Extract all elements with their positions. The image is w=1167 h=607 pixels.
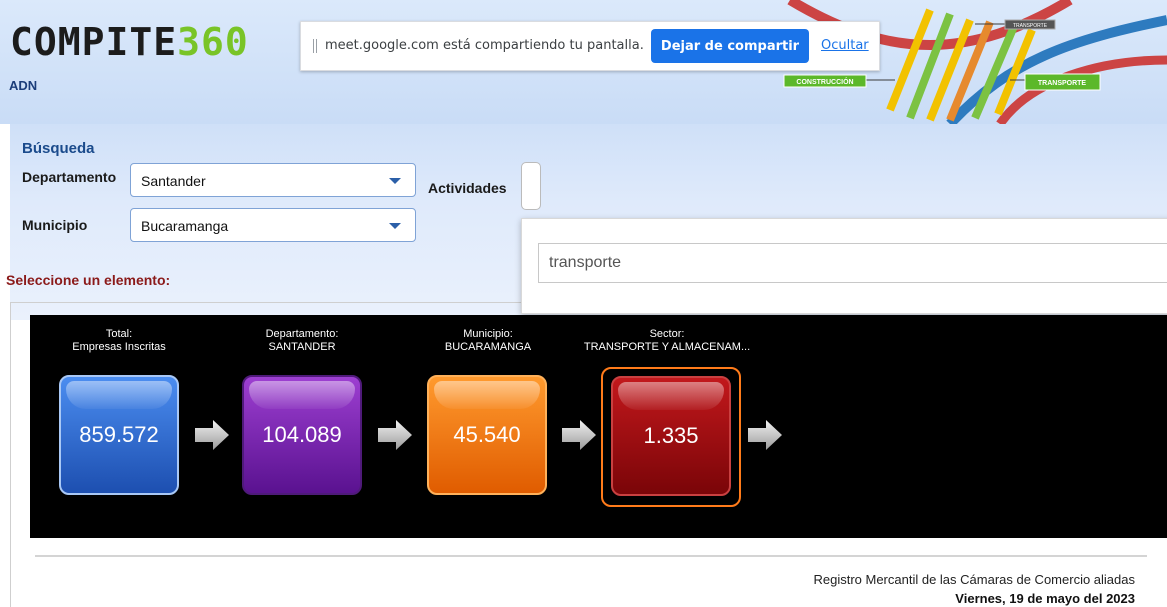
drag-handle-icon[interactable] [313, 39, 319, 53]
municipio-select[interactable]: Bucaramanga [130, 208, 416, 242]
chevron-down-icon [389, 178, 401, 184]
screen-share-notification: meet.google.com está compartiendo tu pan… [300, 21, 880, 71]
funnel-caption: Total: Empresas Inscritas [29, 328, 209, 354]
share-message: meet.google.com está compartiendo tu pan… [325, 38, 644, 53]
footer-divider [35, 555, 1147, 557]
actividades-dropdown [521, 218, 1167, 314]
app-header: COMPITE360 ADN CONSTRUCCIÓN TRANSPORTE T… [0, 0, 1167, 124]
chevron-down-icon [389, 223, 401, 229]
arrow-right-icon [195, 420, 229, 450]
caption-top: Departamento: [265, 328, 339, 340]
departamento-value: Santander [141, 173, 206, 189]
funnel-tile-municipio[interactable]: 45.540 [427, 375, 547, 495]
actividades-label: Actividades [428, 180, 507, 196]
dna-label-transporte-top: TRANSPORTE [1013, 23, 1048, 29]
caption-bottom: BUCARAMANGA [444, 341, 532, 353]
caption-top: Municipio: [463, 328, 513, 340]
funnel-tile-departamento[interactable]: 104.089 [242, 375, 362, 495]
funnel-tile-total[interactable]: 859.572 [59, 375, 179, 495]
logo-text-compite: COMPITE [10, 20, 178, 64]
arrow-right-icon [378, 420, 412, 450]
tile-value: 104.089 [262, 422, 342, 447]
municipio-value: Bucaramanga [141, 218, 229, 234]
stop-sharing-button[interactable]: Dejar de compartir [651, 29, 809, 63]
departamento-label: Departamento [22, 169, 117, 185]
caption-bottom: TRANSPORTE Y ALMACENAM... [583, 341, 751, 353]
caption-top: Total: [105, 328, 133, 340]
footer-date: Viernes, 19 de mayo del 2023 [955, 591, 1135, 606]
funnel-tile-sector[interactable]: 1.335 [611, 376, 731, 496]
footer-source: Registro Mercantil de las Cámaras de Com… [813, 572, 1135, 587]
funnel-caption: Departamento: SANTANDER [212, 328, 392, 354]
caption-bottom: SANTANDER [268, 341, 336, 353]
departamento-select[interactable]: Santander [130, 163, 416, 197]
compite360-logo[interactable]: COMPITE360 [10, 22, 249, 62]
tile-value: 1.335 [643, 423, 699, 448]
caption-bottom: Empresas Inscritas [72, 341, 166, 353]
municipio-label: Municipio [22, 217, 88, 233]
dna-label-transporte: TRANSPORTE [1038, 80, 1087, 87]
arrow-right-icon [748, 420, 782, 450]
actividades-select[interactable] [521, 162, 541, 210]
select-element-prompt: Seleccione un elemento: [6, 272, 171, 288]
arrow-right-icon [562, 420, 596, 450]
funnel-strip: Total: Empresas Inscritas 859.572 Depart… [30, 315, 1167, 538]
actividades-search-input[interactable] [538, 243, 1167, 283]
search-title: Búsqueda [22, 140, 95, 157]
funnel-caption: Sector: TRANSPORTE Y ALMACENAM... [567, 328, 767, 354]
tile-value: 45.540 [453, 422, 521, 447]
tile-value: 859.572 [79, 422, 159, 447]
caption-top: Sector: [649, 328, 685, 340]
dna-label-construccion: CONSTRUCCIÓN [796, 77, 853, 86]
logo-text-360: 360 [177, 20, 249, 64]
hide-link[interactable]: Ocultar [821, 38, 869, 53]
funnel-caption: Municipio: BUCARAMANGA [398, 328, 578, 354]
app-subtitle: ADN [9, 78, 38, 93]
